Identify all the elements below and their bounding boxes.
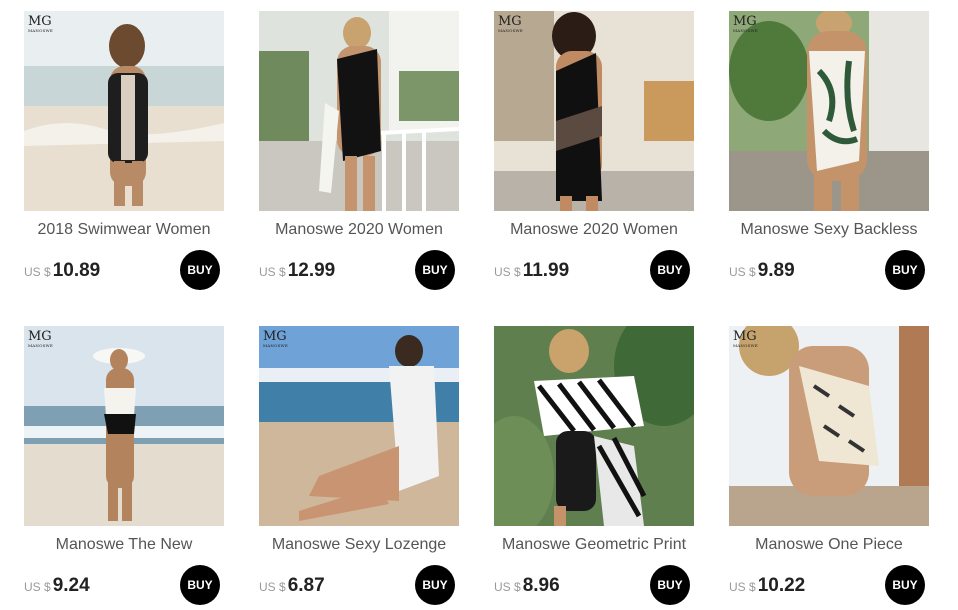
- price-amount: 9.89: [757, 260, 795, 281]
- price-amount: 10.22: [757, 575, 806, 596]
- product-title[interactable]: Manoswe Sexy Lozenge: [259, 536, 459, 554]
- product-title[interactable]: Manoswe 2020 Women: [259, 221, 459, 239]
- buy-button[interactable]: BUY: [180, 250, 220, 290]
- product-title[interactable]: Manoswe 2020 Women: [494, 221, 694, 239]
- product-price: US $6.87: [259, 575, 325, 597]
- buy-button[interactable]: BUY: [650, 565, 690, 605]
- product-title[interactable]: Manoswe Sexy Backless: [729, 221, 929, 239]
- product-image[interactable]: MG MANOSWE: [494, 11, 694, 211]
- price-currency: US $: [259, 580, 286, 594]
- product-image[interactable]: [259, 11, 459, 211]
- product-title[interactable]: 2018 Swimwear Women: [24, 221, 224, 239]
- buy-button[interactable]: BUY: [650, 250, 690, 290]
- product-title[interactable]: Manoswe The New: [24, 536, 224, 554]
- product-price: US $9.24: [24, 575, 90, 597]
- price-currency: US $: [729, 265, 756, 279]
- price-currency: US $: [729, 580, 756, 594]
- brand-logo: MG MANOSWE: [28, 329, 53, 348]
- product-image[interactable]: MG MANOSWE: [24, 326, 224, 526]
- product-price: US $9.89: [729, 260, 795, 282]
- product-image[interactable]: MG MANOSWE: [729, 11, 929, 211]
- product-image[interactable]: MG MANOSWE: [24, 11, 224, 211]
- brand-logo: MG MANOSWE: [263, 329, 288, 348]
- brand-logo: MG MANOSWE: [28, 14, 53, 33]
- price-currency: US $: [494, 580, 521, 594]
- product-price: US $12.99: [259, 260, 335, 282]
- price-currency: US $: [259, 265, 286, 279]
- buy-button[interactable]: BUY: [415, 250, 455, 290]
- price-currency: US $: [24, 265, 51, 279]
- brand-logo: MG MANOSWE: [733, 329, 758, 348]
- product-price: US $10.22: [729, 575, 805, 597]
- product-image[interactable]: MG MANOSWE: [729, 326, 929, 526]
- product-title[interactable]: Manoswe Geometric Print: [494, 536, 694, 554]
- buy-button[interactable]: BUY: [885, 250, 925, 290]
- buy-button[interactable]: BUY: [180, 565, 220, 605]
- buy-button[interactable]: BUY: [415, 565, 455, 605]
- price-amount: 12.99: [287, 260, 336, 281]
- price-currency: US $: [24, 580, 51, 594]
- product-price: US $8.96: [494, 575, 560, 597]
- price-amount: 6.87: [287, 575, 325, 596]
- product-image[interactable]: MG MANOSWE: [259, 326, 459, 526]
- price-amount: 8.96: [522, 575, 560, 596]
- price-currency: US $: [494, 265, 521, 279]
- brand-logo: MG MANOSWE: [498, 14, 523, 33]
- product-title[interactable]: Manoswe One Piece: [729, 536, 929, 554]
- price-amount: 11.99: [522, 260, 570, 281]
- product-price: US $11.99: [494, 260, 569, 282]
- price-amount: 10.89: [52, 260, 101, 281]
- product-image[interactable]: [494, 326, 694, 526]
- buy-button[interactable]: BUY: [885, 565, 925, 605]
- product-price: US $10.89: [24, 260, 100, 282]
- brand-logo: MG MANOSWE: [733, 14, 758, 33]
- price-amount: 9.24: [52, 575, 90, 596]
